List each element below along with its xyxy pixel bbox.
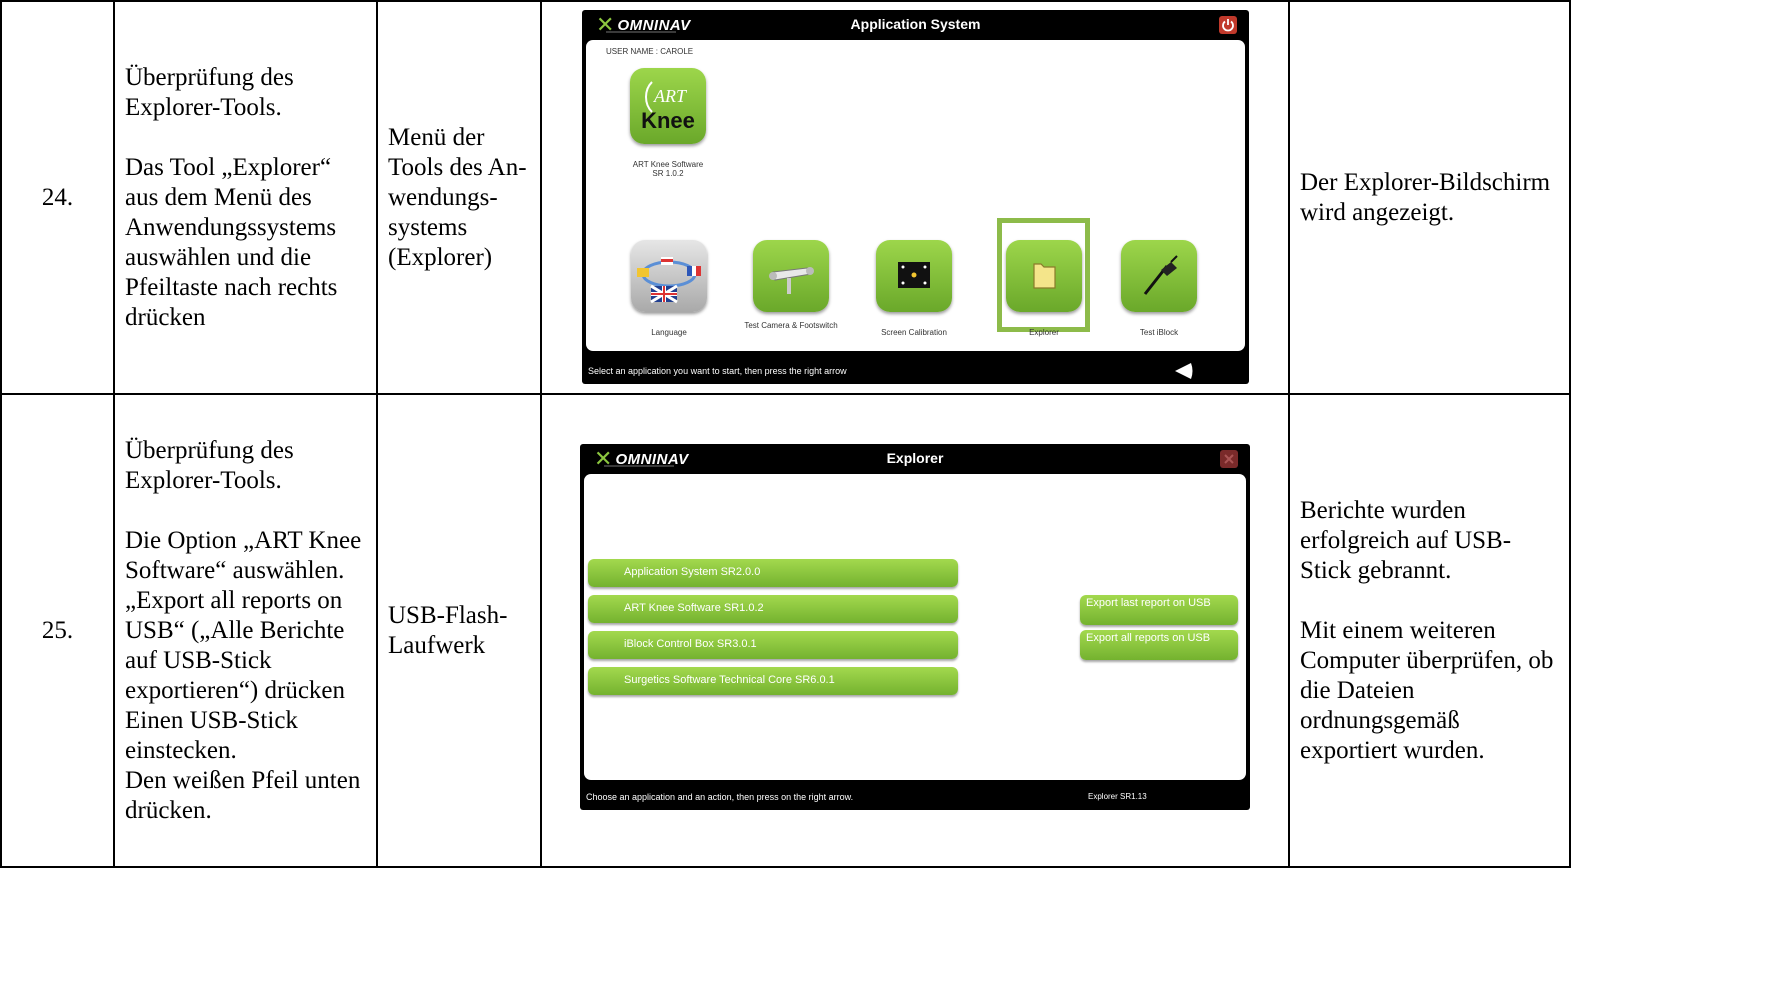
screen-title: Explorer — [886, 450, 944, 466]
procedure-text: Einen USB-Stick einstecken. — [125, 706, 298, 764]
art-knee-app-button[interactable]: ART Knee — [630, 68, 706, 144]
procedure-text: Das Tool „Explorer“ aus dem Menü des Anw… — [125, 153, 338, 331]
close-icon — [1224, 454, 1234, 464]
tool-label: Screen Calibration — [881, 328, 947, 337]
application-option[interactable]: ART Knee Software SR1.0.2 — [588, 595, 958, 623]
version-label: Explorer SR1.13 — [1088, 792, 1147, 801]
screenshot-cell: ✕ OMNINAV Application System USER NAME:… — [540, 0, 1290, 395]
table-row: 24. Überprüfung des Explorer-Tools. Das … — [0, 0, 1571, 395]
step-number: 25. — [0, 393, 115, 868]
power-icon — [1222, 19, 1234, 32]
art-knee-label: ART Knee Software SR 1.0.2 — [632, 160, 704, 178]
expected-text: Berichte wurden erfolgreich auf USB-Stic… — [1300, 496, 1512, 584]
svg-text:Knee: Knee — [641, 108, 695, 133]
procedure-table: 24. Überprüfung des Explorer-Tools. Das … — [0, 0, 1571, 868]
test-camera-footswitch-button[interactable] — [753, 240, 829, 312]
iblock-icon — [1143, 255, 1178, 295]
arrow-icon — [1175, 363, 1193, 379]
expected-text: Mit einem weiteren Computer überprüfen, … — [1300, 616, 1554, 764]
explorer-screen: ✕OMNINAV Explorer Application System SR — [580, 444, 1250, 810]
camera-icon — [769, 267, 814, 294]
app-panel: USER NAME : CAROLE ART Knee ART Knee Sof… — [586, 40, 1245, 351]
explorer-panel: Application System SR2.0.0 ART Knee Soft… — [584, 474, 1246, 780]
application-option[interactable]: iBlock Control Box SR3.0.1 — [588, 631, 958, 659]
test-iblock-button[interactable] — [1121, 240, 1197, 312]
top-bar: ✕ OMNINAV Application System — [582, 10, 1249, 40]
application-option[interactable]: Surgetics Software Technical Core SR6.0.… — [588, 667, 958, 695]
screen-title: Application System — [850, 16, 981, 32]
tool-label: Test iBlock — [1139, 328, 1179, 337]
tool-label: Test Camera & Footswitch — [744, 321, 838, 330]
table-row: 25. Überprüfung des Explorer-Tools. Die … — [0, 393, 1571, 868]
tool-label: Language — [651, 328, 687, 337]
export-last-report-button[interactable]: Export last report on USB — [1080, 595, 1238, 625]
procedure-text: Überprüfung des Explorer-Tools. — [125, 63, 294, 121]
procedure-text: Überprüfung des Explorer-Tools. — [125, 436, 294, 494]
procedure-text: „Export all reports on USB“ („Alle Beric… — [125, 586, 346, 704]
status-bar: Choose an application and an action, the… — [580, 784, 1250, 810]
expected-result-cell: Berichte wurden erfolgreich auf USB-Stic… — [1288, 393, 1571, 868]
expected-result-cell: Der Explorer-Bildschirm wird angezeigt. — [1288, 0, 1571, 395]
application-option[interactable]: Application System SR2.0.0 — [588, 559, 958, 587]
top-bar: ✕ OMNINAV Explorer — [580, 444, 1250, 474]
status-text: Select an application you want to start,… — [588, 366, 847, 376]
screen-calibration-button[interactable] — [876, 240, 952, 312]
expected-text: Der Explorer-Bildschirm wird angezeigt. — [1300, 168, 1551, 226]
flags-icon — [637, 257, 701, 304]
screenshot-cell: ✕OMNINAV Explorer Application System SR — [540, 393, 1290, 868]
procedure-cell: Überprüfung des Explorer-Tools. Die Opti… — [113, 393, 378, 868]
tool-label: Explorer — [1029, 328, 1059, 337]
status-bar: Select an application you want to start,… — [582, 358, 1249, 384]
language-button[interactable] — [631, 240, 707, 312]
svg-text:ART: ART — [653, 86, 688, 106]
procedure-text: Die Option „ART Knee Software“ auswählen… — [125, 526, 362, 584]
calibration-icon — [898, 262, 930, 288]
procedure-text: Den weißen Pfeil unten drücken. — [125, 766, 361, 824]
right-arrow-button[interactable] — [1173, 362, 1195, 380]
application-system-screen: ✕ OMNINAV Application System USER NAME:… — [582, 10, 1249, 384]
location-cell: USB-Flash-Laufwerk — [376, 393, 542, 868]
close-button[interactable] — [1220, 450, 1238, 468]
folder-icon — [1033, 263, 1056, 289]
location-text: USB-Flash-Laufwerk — [388, 601, 508, 659]
power-button[interactable] — [1219, 16, 1237, 34]
location-cell: Menü der Tools des An-wendungs-systems (… — [376, 0, 542, 395]
procedure-cell: Überprüfung des Explorer-Tools. Das Tool… — [113, 0, 378, 395]
export-all-reports-button[interactable]: Export all reports on USB — [1080, 630, 1238, 660]
art-knee-icon: ART Knee — [641, 81, 695, 133]
step-number: 24. — [0, 0, 115, 395]
location-text: Menü der Tools des An-wendungs-systems (… — [388, 123, 527, 271]
explorer-button[interactable] — [1006, 240, 1082, 312]
status-text: Choose an application and an action, the… — [586, 792, 854, 802]
user-name: USER NAME : CAROLE — [606, 47, 694, 56]
